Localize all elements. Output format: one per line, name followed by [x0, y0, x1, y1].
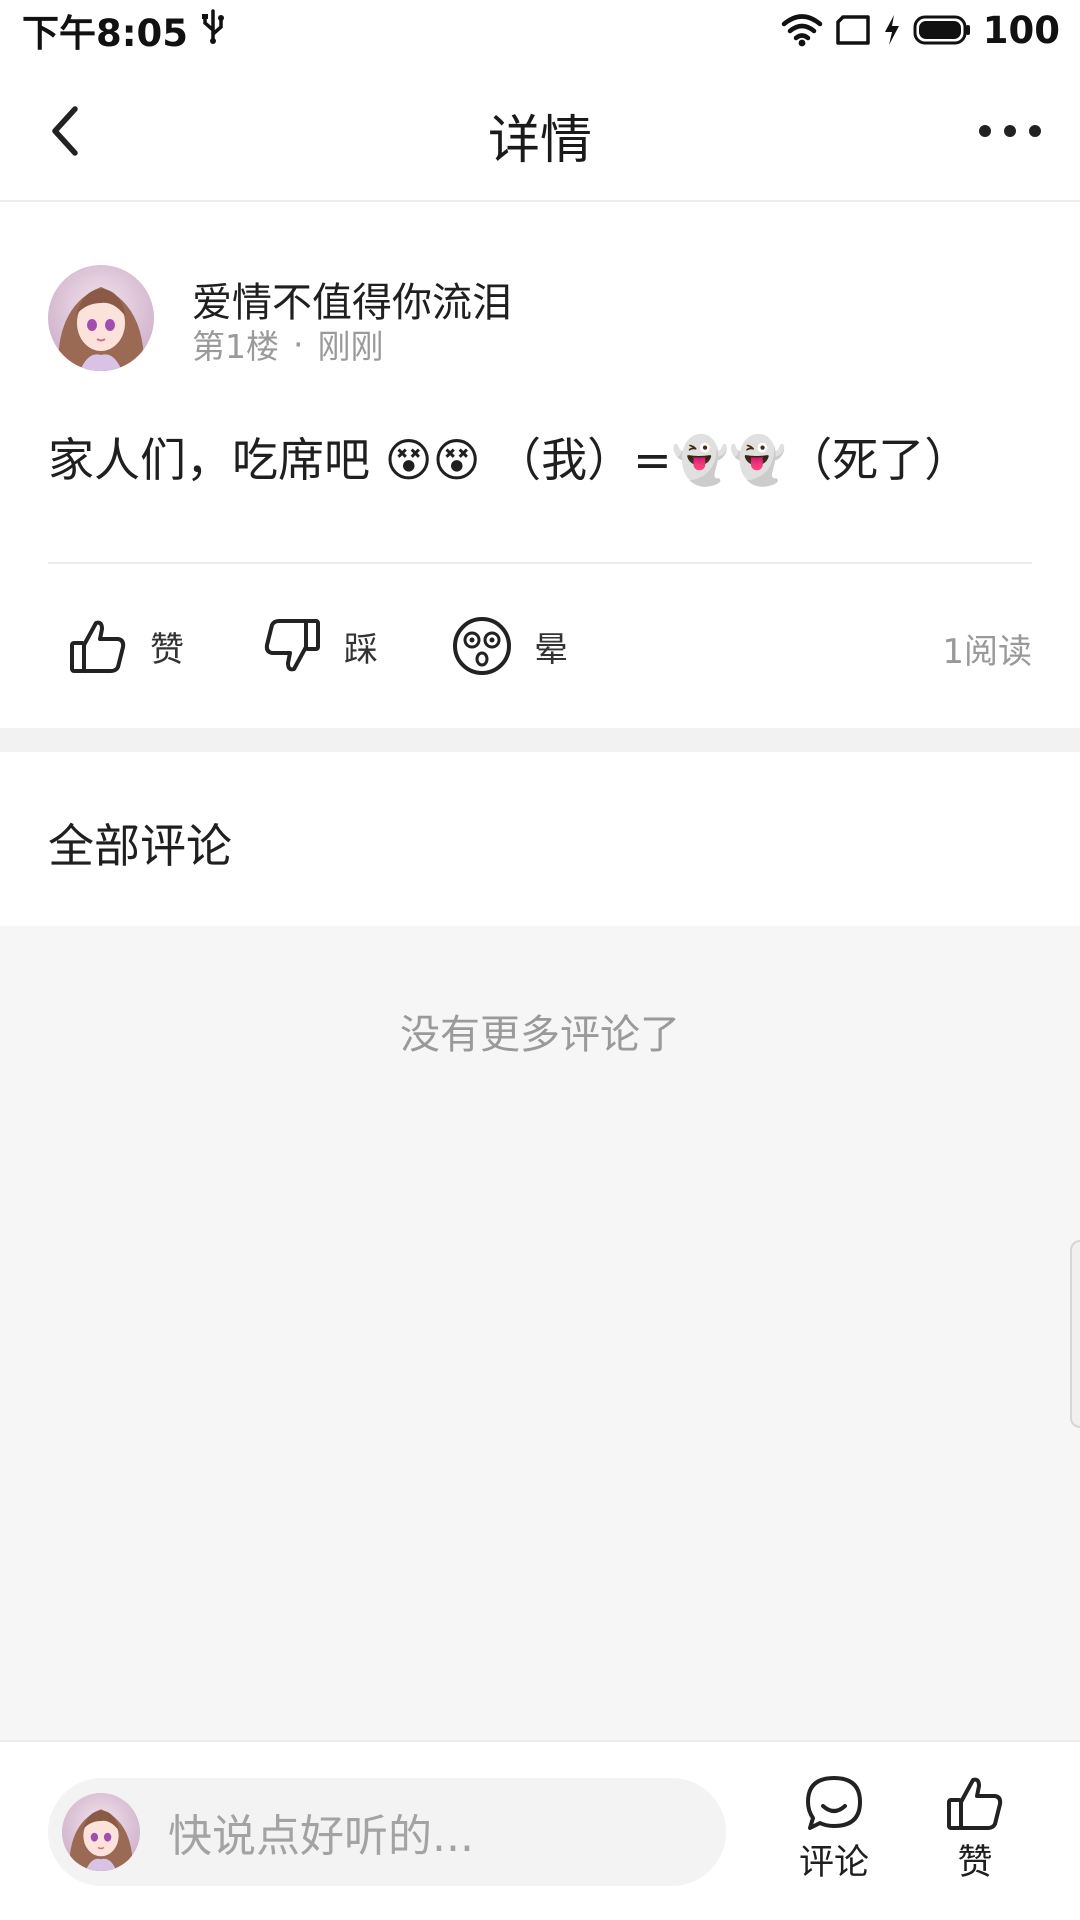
meta-separator: ·	[293, 324, 304, 364]
battery-icon	[913, 14, 971, 46]
no-more-comments: 没有更多评论了	[400, 1012, 680, 1058]
thumbs-up-icon	[70, 620, 126, 673]
dislike-label: 踩	[344, 629, 378, 670]
top-bar: 详情	[0, 60, 1080, 202]
post-content: 家人们，吃席吧 😵😵 （我）=👻👻（死了）	[48, 433, 971, 487]
floor-number: 第1楼	[192, 327, 279, 366]
comment-placeholder: 快说点好听的...	[168, 1811, 474, 1862]
scroll-handle[interactable]	[1070, 1240, 1080, 1428]
post-actions: 赞 踩 晕 1阅读	[0, 564, 1080, 728]
post-card: 爱情不值得你流泪 第1楼 · 刚刚 家人们，吃席吧 😵😵 （我）=👻👻（死了） …	[0, 202, 1080, 728]
battery-level: 100	[982, 8, 1060, 52]
thumbs-up-icon	[947, 1777, 1003, 1830]
dizzy-label: 晕	[534, 629, 568, 670]
usb-icon	[200, 8, 226, 53]
like-label: 赞	[150, 629, 184, 670]
bottom-like-button[interactable]: 赞	[920, 1774, 1030, 1885]
comments-title: 全部评论	[48, 819, 232, 873]
section-separator	[0, 728, 1080, 752]
user-avatar	[62, 1793, 140, 1871]
comment-button[interactable]: 评论	[779, 1774, 889, 1885]
wifi-icon	[781, 13, 823, 47]
comments-header: 全部评论	[0, 752, 1080, 926]
post-time: 刚刚	[317, 327, 384, 366]
more-dots-icon	[979, 125, 1041, 137]
status-time: 下午8:05	[22, 12, 189, 55]
author-avatar[interactable]	[48, 265, 154, 371]
bottom-bar: 快说点好听的... 评论 赞	[0, 1740, 1080, 1920]
sim-icon	[835, 14, 871, 46]
status-bar: 下午8:05 100	[0, 0, 1080, 60]
dizzy-face-icon	[453, 617, 511, 675]
thumbs-down-icon	[264, 619, 320, 672]
like-action[interactable]: 赞	[68, 614, 184, 678]
comment-bubble-icon	[806, 1776, 862, 1830]
dislike-action[interactable]: 踩	[262, 614, 378, 678]
page-title: 详情	[487, 111, 592, 171]
comment-input[interactable]: 快说点好听的...	[48, 1778, 726, 1886]
more-button[interactable]	[970, 96, 1050, 166]
comment-button-label: 评论	[798, 1843, 869, 1883]
comments-list: 没有更多评论了	[0, 926, 1080, 1740]
post-meta: 第1楼 · 刚刚	[192, 320, 384, 368]
bottom-like-label: 赞	[957, 1843, 993, 1883]
dizzy-action[interactable]: 晕	[452, 614, 568, 678]
read-count: 1阅读	[942, 632, 1032, 672]
charging-icon	[883, 14, 901, 46]
